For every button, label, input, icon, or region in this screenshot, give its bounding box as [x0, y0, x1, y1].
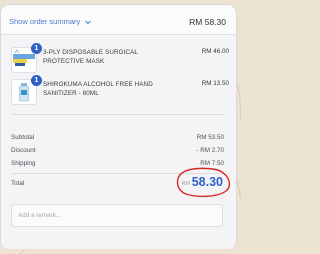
product-thumbnail-mask: 1: [11, 43, 42, 73]
discount-label: Discount: [11, 147, 36, 154]
show-order-summary-label: Show order summary: [9, 17, 81, 26]
item-price: RM 13.50: [201, 80, 229, 87]
summary-total: RM 58.30: [189, 17, 226, 27]
divider: [11, 173, 225, 174]
quantity-badge: 1: [31, 43, 42, 54]
item-price: RM 46.00: [201, 48, 229, 55]
show-order-summary-toggle[interactable]: Show order summary: [9, 17, 92, 26]
total-currency: RM: [181, 181, 190, 187]
total-amount: 58.30: [191, 175, 223, 189]
discount-value: - RM 2.70: [196, 147, 224, 154]
order-summary-panel: 1 3-PLY DISPOSABLE SURGICAL PROTECTIVE M…: [1, 34, 236, 249]
subtotal-value: RM 53.50: [196, 134, 224, 141]
line-item: 1 SHIROKUMA ALCOHOL FREE HAND SANITIZER …: [11, 75, 231, 107]
chevron-down-icon: [85, 20, 92, 24]
divider: [11, 114, 225, 115]
subtotal-label: Subtotal: [11, 134, 35, 141]
product-thumbnail-sanitizer: 1: [11, 75, 42, 105]
remark-input[interactable]: [11, 204, 223, 227]
total-label: Total: [11, 180, 25, 187]
order-summary-card: Show order summary RM 58.30 1 3-PLY DISP…: [0, 4, 237, 249]
shipping-label: Shipping: [11, 160, 36, 167]
shipping-value: RM 7.50: [200, 160, 224, 167]
line-item: 1 3-PLY DISPOSABLE SURGICAL PROTECTIVE M…: [11, 43, 231, 75]
item-name: SHIROKUMA ALCOHOL FREE HAND SANITIZER - …: [43, 81, 153, 97]
quantity-badge: 1: [31, 75, 42, 86]
item-name: 3-PLY DISPOSABLE SURGICAL PROTECTIVE MAS…: [43, 49, 138, 65]
